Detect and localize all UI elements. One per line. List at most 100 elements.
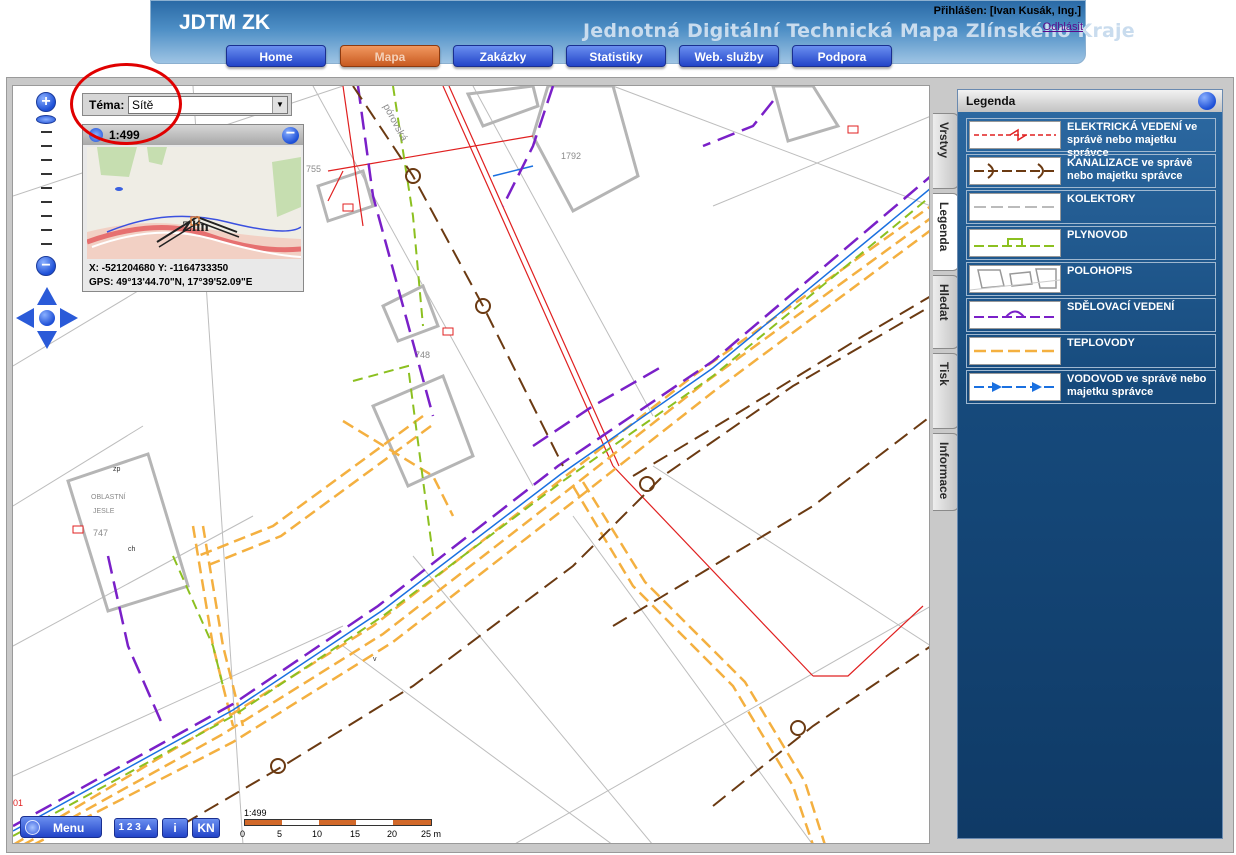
gas-line-swatch	[974, 238, 1056, 247]
menu-button[interactable]: Menu	[20, 816, 102, 838]
zoom-tick	[41, 187, 52, 189]
collector-line-icon	[969, 193, 1061, 221]
collapse-icon[interactable]	[1198, 92, 1216, 110]
tab-print[interactable]: Tisk	[933, 353, 959, 429]
legend-item-label: VODOVOD ve správě nebo majetku správce	[1067, 373, 1207, 398]
scale-tick-label: 25 m	[421, 829, 442, 839]
highlight-annotation-ring	[70, 63, 182, 145]
electric-line-swatch	[974, 128, 1056, 142]
nav-support-button[interactable]: Podpora	[792, 45, 892, 67]
zoom-tick	[41, 215, 52, 217]
pan-down-icon[interactable]	[37, 331, 57, 349]
parcel-label-755: 755	[306, 164, 321, 174]
tab-information-label: Informace	[937, 442, 951, 500]
scale-tick-label: 20	[387, 829, 398, 839]
scale-tick-label: 15	[350, 829, 361, 839]
parcel-label-748: 748	[415, 350, 430, 360]
nav-statistics-button[interactable]: Statistiky	[566, 45, 666, 67]
legend-item: KOLEKTORY	[966, 190, 1216, 224]
parcel-label-1792: 1792	[561, 151, 581, 161]
planimetry-icon	[969, 265, 1061, 293]
legend-item: POLOHOPIS	[966, 262, 1216, 296]
legend-item-label: PLYNOVOD	[1067, 229, 1128, 241]
menu-button-label: Menu	[53, 821, 85, 835]
legend-item-label: SDĚLOVACÍ VEDENÍ	[1067, 301, 1175, 313]
overview-gps-coords: GPS: 49°13'44.70"N, 17°39'52.09"E	[89, 277, 253, 288]
info-button[interactable]: i	[162, 818, 188, 838]
heat-line-icon	[969, 337, 1061, 365]
zoom-tick	[41, 131, 52, 133]
zoom-tick	[41, 145, 52, 147]
sewer-line-swatch	[974, 163, 1056, 179]
gas-line-icon	[969, 229, 1061, 257]
zoom-tick	[41, 243, 52, 245]
numbering-button[interactable]: 1 2 3 ▲	[114, 818, 158, 838]
overview-xy-coords: X: -521204680 Y: -1164733350	[89, 263, 229, 274]
pan-control	[16, 287, 78, 349]
collector-line-swatch	[974, 206, 1056, 208]
map-label-jesle: JESLE	[93, 508, 115, 515]
scale-tick-label: 10	[312, 829, 323, 839]
scale-label: 1:499	[244, 808, 267, 818]
nav-map-button[interactable]: Mapa	[340, 45, 440, 67]
map-label-zp: zp	[113, 466, 121, 473]
telecom-line-swatch	[974, 310, 1056, 318]
map-label-v: v	[373, 656, 377, 663]
zoom-tick	[41, 159, 52, 161]
legend-item-label: KANALIZACE ve správě nebo majetku správc…	[1067, 157, 1193, 182]
globe-icon	[25, 820, 40, 835]
pan-right-icon[interactable]	[60, 308, 78, 328]
zoom-tick	[41, 229, 52, 231]
zoom-tick	[41, 201, 52, 203]
legend-header: Legenda	[958, 90, 1222, 112]
legend-item: KANALIZACE ve správě nebo majetku správc…	[966, 154, 1216, 188]
nav-orders-button[interactable]: Zakázky	[453, 45, 553, 67]
overview-city-label: Zlín	[182, 219, 209, 235]
tab-search[interactable]: Hledat	[933, 275, 959, 349]
sewer-line-icon	[969, 157, 1061, 185]
kn-button[interactable]: KN	[192, 818, 220, 838]
numbering-button-label: 1 2 3	[118, 822, 141, 833]
tab-layers-label: Vrstvy	[937, 122, 951, 159]
tab-legend-label: Legenda	[937, 202, 951, 252]
tab-information[interactable]: Informace	[933, 433, 959, 511]
map-label-corner: 01	[13, 798, 23, 808]
overview-map-view[interactable]: Zlín	[86, 147, 302, 259]
chevron-down-icon[interactable]: ▼	[272, 97, 287, 113]
legend-item: ELEKTRICKÁ VEDENÍ ve správě nebo majetku…	[966, 118, 1216, 159]
nav-home-button[interactable]: Home	[226, 45, 326, 67]
map-label-oblast: OBLASTNÍ	[91, 492, 126, 501]
legend-item: SDĚLOVACÍ VEDENÍ	[966, 298, 1216, 332]
parcel-label-747: 747	[93, 528, 108, 538]
telecom-line-icon	[969, 301, 1061, 329]
logout-link[interactable]: Odhlásit	[1043, 21, 1083, 33]
scale-bar-drawing	[245, 820, 431, 825]
nav-webservices-button[interactable]: Web. služby	[679, 45, 779, 67]
pan-up-icon[interactable]	[37, 287, 57, 305]
zoom-slider-handle[interactable]	[36, 115, 56, 124]
zoom-out-button[interactable]: −	[36, 256, 56, 276]
minimize-button[interactable]: −	[282, 126, 299, 144]
electric-line-icon	[969, 121, 1061, 149]
pan-center-button[interactable]	[39, 310, 55, 326]
legend-panel: Legenda ELEKTRICKÁ VEDENÍ ve správě nebo…	[957, 89, 1223, 839]
scale-tick-label: 0	[240, 829, 246, 839]
scale-tick-label: 5	[277, 829, 283, 839]
zoom-in-button[interactable]: +	[36, 92, 56, 112]
login-info: Přihlášen: [Ivan Kusák, Ing.]	[933, 5, 1081, 17]
heat-line-swatch	[974, 349, 1056, 353]
app-title: JDTM ZK	[179, 11, 270, 34]
legend-item: VODOVOD ve správě nebo majetku správce	[966, 370, 1216, 404]
legend-item: TEPLOVODY	[966, 334, 1216, 368]
scale-ticks: 0 5 10 15 20 25 m	[238, 829, 448, 841]
tab-legend[interactable]: Legenda	[933, 193, 959, 271]
legend-title: Legenda	[966, 94, 1016, 108]
zoom-tick	[41, 173, 52, 175]
scale-bar	[244, 819, 432, 826]
overview-map-drawing: Zlín	[86, 147, 302, 259]
street-label: pórovská	[380, 102, 409, 143]
pan-left-icon[interactable]	[16, 308, 34, 328]
legend-item: PLYNOVOD	[966, 226, 1216, 260]
legend-item-label: TEPLOVODY	[1067, 337, 1135, 349]
tab-layers[interactable]: Vrstvy	[933, 113, 959, 189]
